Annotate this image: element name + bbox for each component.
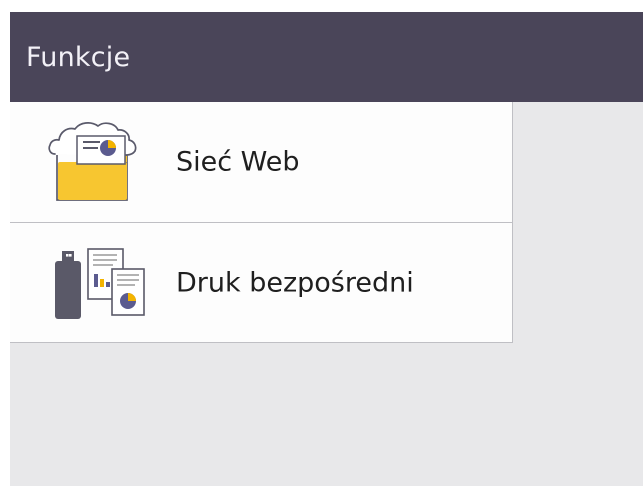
content-area: Sieć Web Druk bezpośredni [10,102,643,486]
printer-lcd-screen: Funkcje Sieć Web Druk bezpośredni [0,0,643,486]
title-bar: Funkcje [10,12,643,102]
menu-item-label: Sieć Web [176,146,300,178]
menu-item-direct-print[interactable]: Druk bezpośredni [10,222,512,342]
menu-item-label: Druk bezpośredni [176,267,414,298]
web-folder-icon [48,122,137,201]
usb-direct-print-icon [55,247,145,319]
function-menu-list: Sieć Web Druk bezpośredni [10,102,513,343]
menu-item-web[interactable]: Sieć Web [10,102,512,222]
page-title: Funkcje [26,41,131,73]
